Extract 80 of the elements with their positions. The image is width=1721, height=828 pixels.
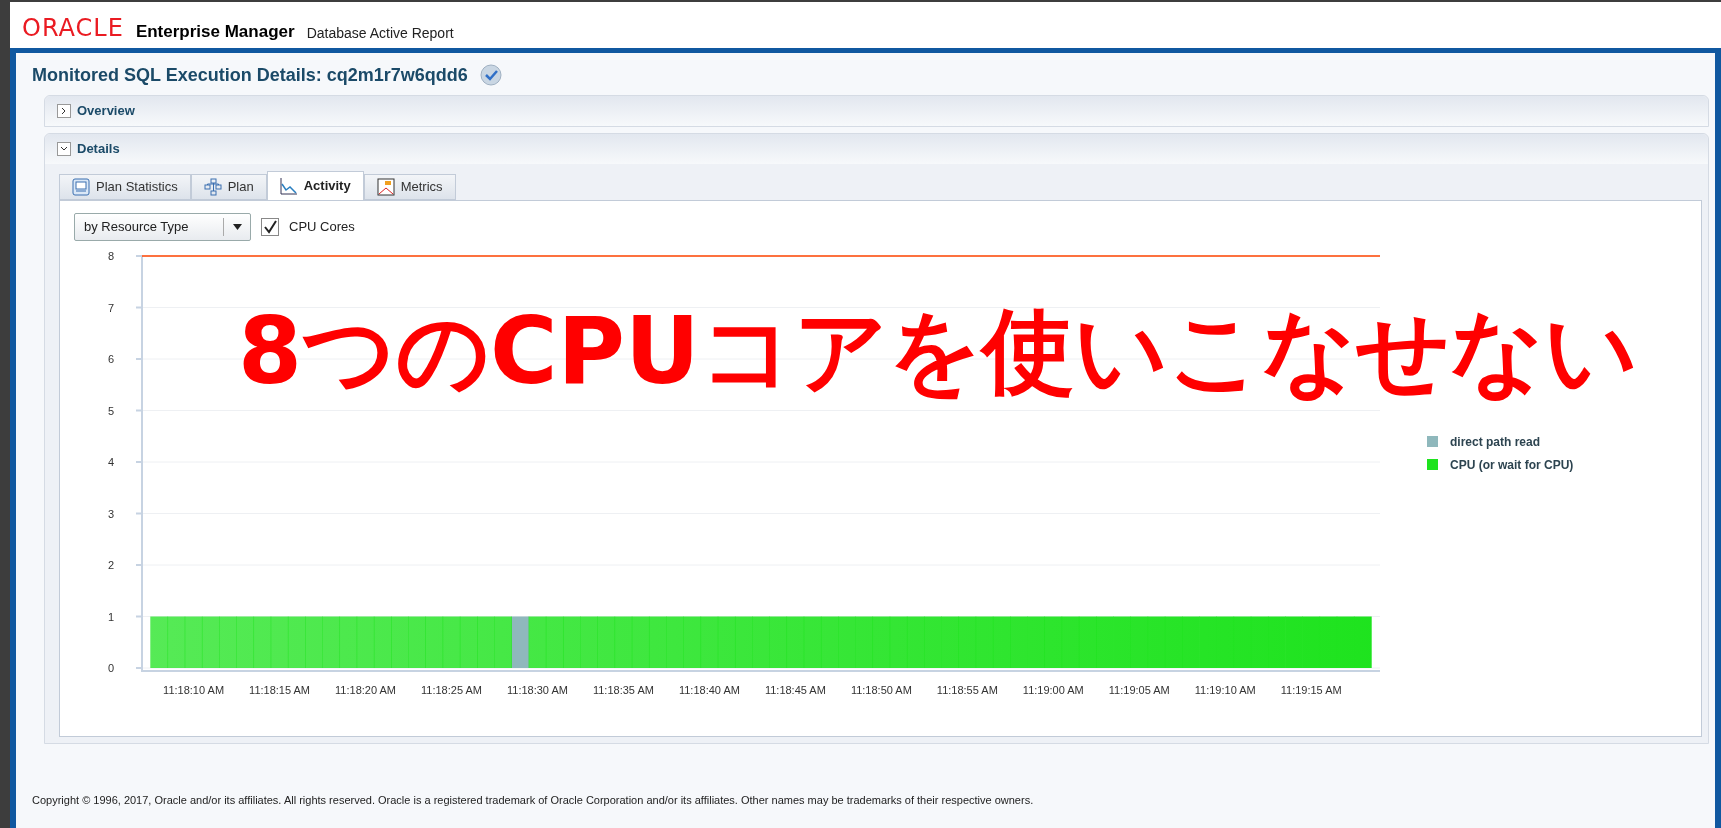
activity-bar — [391, 616, 409, 668]
activity-bar — [1010, 616, 1028, 668]
axis-tick-label: 11:18:30 AM — [507, 684, 568, 696]
axis-tick-label: 11:18:15 AM — [249, 684, 311, 696]
axis-tick-label: 11:19:00 AM — [1022, 684, 1084, 696]
hierarchy-icon — [203, 178, 222, 196]
axis-tick-label: 0 — [107, 662, 114, 674]
axis-tick-label: 11:19:05 AM — [1108, 684, 1170, 696]
chevron-down-icon — [60, 146, 68, 152]
activity-bar — [1285, 616, 1303, 668]
activity-bar — [339, 616, 358, 668]
checkbox-label[interactable]: CPU Cores — [289, 217, 355, 237]
tab[interactable]: Metrics — [363, 174, 456, 200]
activity-bar — [786, 616, 805, 668]
oracle-logo: ORACLE — [22, 16, 124, 40]
axis-tick-label: 11:18:20 AM — [335, 684, 396, 696]
activity-bar — [408, 616, 426, 668]
resource-type-dropdown[interactable]: by Resource Type — [74, 213, 251, 241]
disclosure-toggle[interactable] — [57, 104, 71, 118]
activity-bar — [1027, 616, 1045, 668]
report-subtitle: Database Active Report — [306, 26, 454, 40]
activity-bar — [580, 616, 598, 668]
page-title: Monitored SQL Execution Details: cq2m1r7w6qdd6 — [32, 63, 468, 87]
axis-tick-label: 11:18:55 AM — [936, 684, 998, 696]
activity-bar — [769, 616, 788, 668]
axis-tick-label: 3 — [107, 507, 114, 520]
axis-tick-label: 4 — [107, 456, 114, 468]
activity-bar — [236, 616, 255, 668]
checkmark-icon — [479, 64, 502, 86]
activity-bar — [855, 616, 874, 668]
activity-bar — [167, 616, 186, 668]
caret-icon — [232, 224, 242, 230]
disclosure-toggle[interactable] — [57, 142, 71, 156]
section-title[interactable]: Overview — [77, 101, 135, 121]
activity-bar — [941, 616, 960, 668]
activity-bar — [924, 616, 942, 668]
activity-bar — [666, 616, 684, 668]
activity-bar — [683, 616, 702, 668]
axis-tick-label: 11:18:50 AM — [850, 684, 912, 696]
axis-tick-label: 2 — [107, 559, 114, 571]
line-chart-icon — [279, 177, 298, 195]
cpu-cores-checkbox[interactable] — [261, 218, 279, 236]
tab[interactable]: Plan Statistics — [59, 174, 191, 200]
tab[interactable]: Plan — [190, 174, 267, 200]
activity-bar — [752, 616, 770, 668]
chevron-right-icon — [61, 107, 67, 115]
activity-bar — [1044, 616, 1063, 668]
activity-bar — [425, 616, 444, 668]
activity-bar — [219, 616, 237, 668]
axis-tick-label: 11:19:10 AM — [1194, 684, 1256, 696]
activity-bar — [253, 616, 272, 668]
section-title[interactable]: Details — [77, 139, 120, 159]
tab[interactable]: Activity — [266, 171, 364, 201]
axis-tick-label: 11:18:35 AM — [592, 684, 654, 696]
axis-tick-label: 7 — [107, 301, 114, 314]
axis-tick-label: 6 — [107, 353, 114, 365]
gauge-icon — [376, 178, 395, 196]
axis-tick-label: 1 — [107, 610, 114, 623]
product-name: Enterprise Manager — [135, 23, 295, 40]
activity-bar — [838, 616, 856, 668]
activity-bar — [958, 616, 977, 668]
activity-bar — [872, 616, 891, 668]
axis-tick-label: 5 — [107, 404, 114, 417]
activity-bar — [322, 616, 341, 668]
table-icon — [72, 178, 90, 196]
activity-bar — [1130, 616, 1149, 668]
axis-tick-label: 11:18:10 AM — [163, 684, 225, 696]
activity-bar — [1113, 616, 1131, 668]
axis-tick-label: 11:18:25 AM — [421, 684, 482, 696]
axis-tick-label: 11:19:15 AM — [1280, 684, 1342, 696]
legend-label: direct path read — [1450, 435, 1541, 449]
activity-bar — [305, 616, 323, 668]
activity-bar — [597, 616, 616, 668]
axis-tick-label: 8 — [107, 250, 114, 262]
axis-tick-label: 11:18:40 AM — [678, 684, 740, 696]
legend-label: CPU (or wait for CPU) — [1450, 458, 1574, 472]
axis-tick-label: 11:18:45 AM — [764, 684, 826, 696]
copyright-text: Copyright © 1996, 2017, Oracle and/or its affiliates. All rights reserved. Oracle is a registered trademark of Oracle Corporation and/or its affiliates. Other names may be trademarks of their respective owners. — [32, 792, 1034, 808]
activity-bar — [150, 616, 169, 668]
activity-bar — [494, 616, 512, 668]
